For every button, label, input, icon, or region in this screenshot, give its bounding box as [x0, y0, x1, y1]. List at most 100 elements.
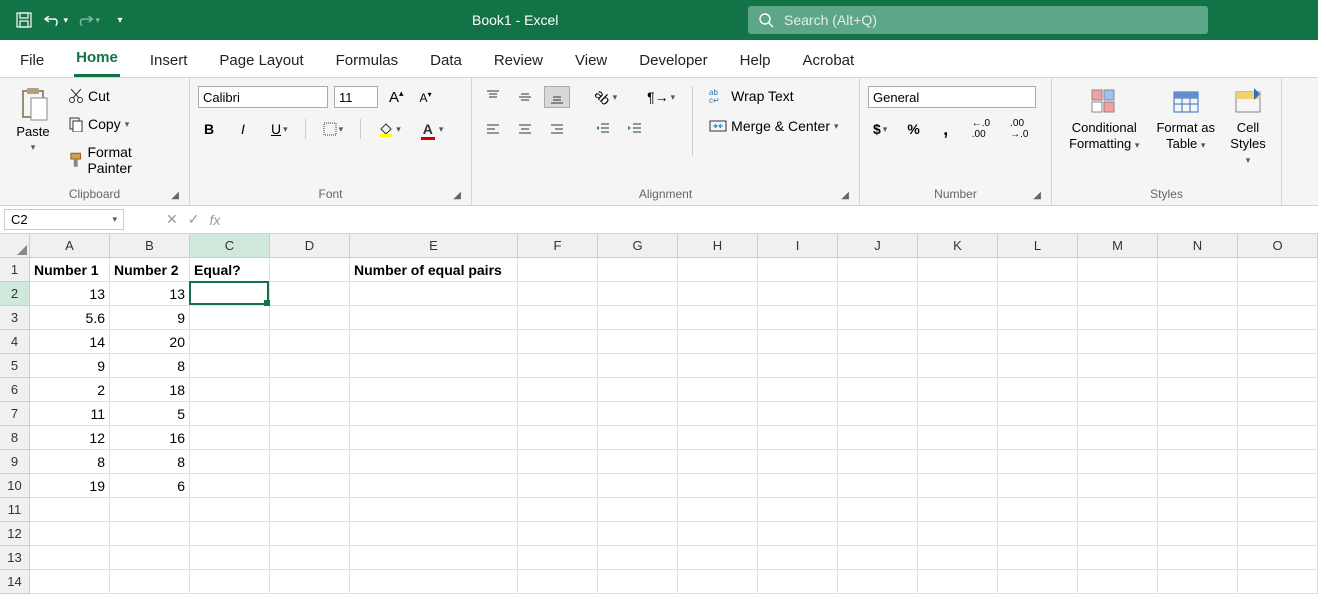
- font-color-button[interactable]: A▾: [418, 118, 449, 140]
- cell-D4[interactable]: [270, 330, 350, 354]
- fx-button[interactable]: fx: [209, 212, 220, 228]
- cell-N4[interactable]: [1158, 330, 1238, 354]
- cell-J8[interactable]: [838, 426, 918, 450]
- cell-E12[interactable]: [350, 522, 518, 546]
- cell-C6[interactable]: [190, 378, 270, 402]
- col-header-B[interactable]: B: [110, 234, 190, 258]
- col-header-M[interactable]: M: [1078, 234, 1158, 258]
- tab-help[interactable]: Help: [738, 44, 773, 77]
- cell-J10[interactable]: [838, 474, 918, 498]
- cell-O13[interactable]: [1238, 546, 1318, 570]
- cell-L6[interactable]: [998, 378, 1078, 402]
- cell-G4[interactable]: [598, 330, 678, 354]
- cell-M9[interactable]: [1078, 450, 1158, 474]
- cell-I8[interactable]: [758, 426, 838, 450]
- cell-L3[interactable]: [998, 306, 1078, 330]
- cell-A3[interactable]: 5.6: [30, 306, 110, 330]
- cell-B12[interactable]: [110, 522, 190, 546]
- cell-O9[interactable]: [1238, 450, 1318, 474]
- cell-H8[interactable]: [678, 426, 758, 450]
- wrap-text-button[interactable]: abc↵ Wrap Text: [705, 86, 842, 106]
- cell-E6[interactable]: [350, 378, 518, 402]
- cell-M7[interactable]: [1078, 402, 1158, 426]
- cell-L12[interactable]: [998, 522, 1078, 546]
- cell-H9[interactable]: [678, 450, 758, 474]
- search-input[interactable]: [784, 12, 1198, 28]
- cell-M6[interactable]: [1078, 378, 1158, 402]
- cell-D11[interactable]: [270, 498, 350, 522]
- cell-C3[interactable]: [190, 306, 270, 330]
- cell-E10[interactable]: [350, 474, 518, 498]
- row-header-12[interactable]: 12: [0, 522, 30, 546]
- col-header-G[interactable]: G: [598, 234, 678, 258]
- cell-K11[interactable]: [918, 498, 998, 522]
- cell-J2[interactable]: [838, 282, 918, 306]
- align-middle-button[interactable]: [512, 86, 538, 108]
- cell-E1[interactable]: Number of equal pairs: [350, 258, 518, 282]
- qat-customize[interactable]: ▾: [108, 8, 132, 32]
- cell-I10[interactable]: [758, 474, 838, 498]
- cell-K1[interactable]: [918, 258, 998, 282]
- row-header-5[interactable]: 5: [0, 354, 30, 378]
- cell-I11[interactable]: [758, 498, 838, 522]
- cell-H14[interactable]: [678, 570, 758, 594]
- cell-M8[interactable]: [1078, 426, 1158, 450]
- cell-B11[interactable]: [110, 498, 190, 522]
- cell-B13[interactable]: [110, 546, 190, 570]
- cell-D2[interactable]: [270, 282, 350, 306]
- comma-button[interactable]: ,: [935, 118, 957, 140]
- cell-A6[interactable]: 2: [30, 378, 110, 402]
- cell-J7[interactable]: [838, 402, 918, 426]
- tab-acrobat[interactable]: Acrobat: [801, 44, 857, 77]
- cell-O8[interactable]: [1238, 426, 1318, 450]
- cell-E4[interactable]: [350, 330, 518, 354]
- cell-L8[interactable]: [998, 426, 1078, 450]
- cell-H11[interactable]: [678, 498, 758, 522]
- cell-O4[interactable]: [1238, 330, 1318, 354]
- cell-B1[interactable]: Number 2: [110, 258, 190, 282]
- cell-L11[interactable]: [998, 498, 1078, 522]
- cell-E5[interactable]: [350, 354, 518, 378]
- font-size-select[interactable]: [334, 86, 378, 108]
- cell-H4[interactable]: [678, 330, 758, 354]
- cell-H10[interactable]: [678, 474, 758, 498]
- col-header-K[interactable]: K: [918, 234, 998, 258]
- cell-D10[interactable]: [270, 474, 350, 498]
- col-header-F[interactable]: F: [518, 234, 598, 258]
- decrease-font-button[interactable]: A▾: [415, 86, 437, 108]
- cell-K4[interactable]: [918, 330, 998, 354]
- tab-formulas[interactable]: Formulas: [334, 44, 401, 77]
- col-header-A[interactable]: A: [30, 234, 110, 258]
- ltr-button[interactable]: ¶→▾: [642, 86, 680, 108]
- cell-D12[interactable]: [270, 522, 350, 546]
- cell-C5[interactable]: [190, 354, 270, 378]
- cell-F11[interactable]: [518, 498, 598, 522]
- cell-J9[interactable]: [838, 450, 918, 474]
- cell-B2[interactable]: 13: [110, 282, 190, 306]
- tab-developer[interactable]: Developer: [637, 44, 709, 77]
- cell-L10[interactable]: [998, 474, 1078, 498]
- tab-view[interactable]: View: [573, 44, 609, 77]
- cell-A4[interactable]: 14: [30, 330, 110, 354]
- cell-J12[interactable]: [838, 522, 918, 546]
- cell-A1[interactable]: Number 1: [30, 258, 110, 282]
- cell-C10[interactable]: [190, 474, 270, 498]
- cell-B3[interactable]: 9: [110, 306, 190, 330]
- alignment-launcher[interactable]: ◢: [841, 190, 849, 201]
- cell-C4[interactable]: [190, 330, 270, 354]
- cell-A14[interactable]: [30, 570, 110, 594]
- cell-K9[interactable]: [918, 450, 998, 474]
- align-center-button[interactable]: [512, 118, 538, 140]
- cell-styles-button[interactable]: Cell Styles ▾: [1223, 82, 1273, 171]
- col-header-L[interactable]: L: [998, 234, 1078, 258]
- cell-J11[interactable]: [838, 498, 918, 522]
- cell-M10[interactable]: [1078, 474, 1158, 498]
- cell-C7[interactable]: [190, 402, 270, 426]
- cell-E14[interactable]: [350, 570, 518, 594]
- cell-K5[interactable]: [918, 354, 998, 378]
- cell-G14[interactable]: [598, 570, 678, 594]
- cell-K8[interactable]: [918, 426, 998, 450]
- cell-H3[interactable]: [678, 306, 758, 330]
- accept-formula-button[interactable]: ✓: [188, 211, 200, 228]
- cell-A11[interactable]: [30, 498, 110, 522]
